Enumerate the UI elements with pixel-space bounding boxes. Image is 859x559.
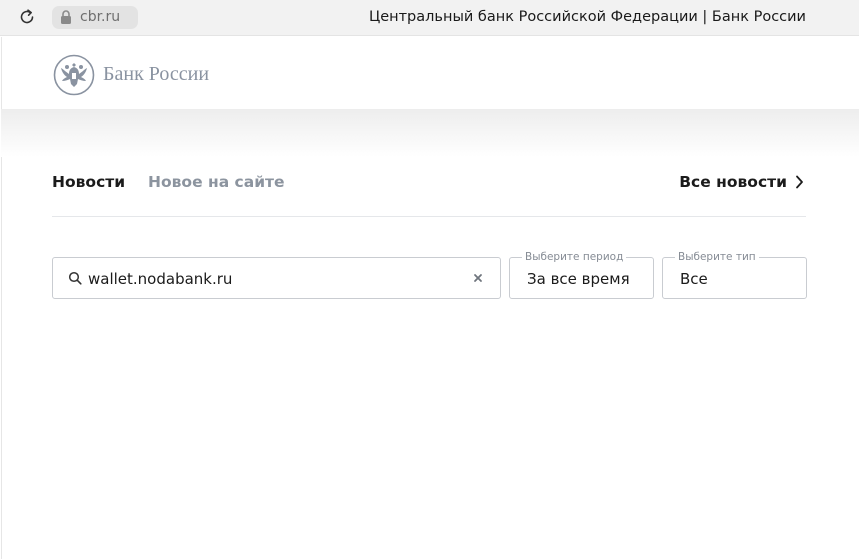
type-select-label: Выберите тип: [675, 250, 759, 264]
browser-page-title: Центральный банк Российской Федерации | …: [368, 9, 806, 25]
all-news-label: Все новости: [679, 173, 787, 191]
main-content: [1, 157, 859, 559]
type-select-value[interactable]: Все: [680, 268, 708, 290]
search-input[interactable]: [88, 268, 458, 290]
chevron-right-icon: [796, 175, 803, 189]
browser-toolbar: cbr.ru Центральный банк Российской Федер…: [0, 0, 859, 36]
tab-news[interactable]: Новости: [52, 172, 125, 192]
period-select-value[interactable]: За все время: [527, 268, 630, 290]
address-url[interactable]: cbr.ru: [80, 7, 120, 27]
all-news-link[interactable]: Все новости: [679, 172, 804, 192]
tab-new-on-site[interactable]: Новое на сайте: [148, 172, 285, 192]
type-select[interactable]: Выберите тип Все: [662, 250, 807, 299]
lock-icon: [61, 10, 71, 24]
logo-text[interactable]: Банк России: [103, 62, 209, 86]
search-field[interactable]: [52, 257, 501, 299]
period-select-label: Выберите период: [522, 250, 627, 264]
site-header: Банк России: [1, 37, 859, 109]
double-headed-eagle-emblem[interactable]: [53, 54, 95, 96]
header-shadow-band: [1, 109, 859, 157]
reload-icon[interactable]: [17, 7, 37, 27]
search-icon: [68, 271, 82, 285]
clear-icon[interactable]: [473, 273, 483, 283]
tabs-divider: [52, 216, 806, 217]
period-select[interactable]: Выберите период За все время: [509, 250, 654, 299]
